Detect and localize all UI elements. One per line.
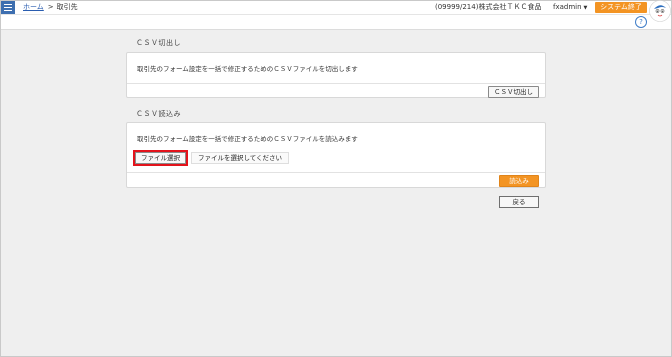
back-button[interactable]: 戻る [499,196,539,208]
import-description: 取引先のフォーム設定を一括で修正するためのＣＳＶファイルを読込みます [137,135,358,143]
import-panel-footer [127,172,545,188]
breadcrumb: ホーム > 取引先 [23,3,78,12]
export-panel: 取引先のフォーム設定を一括で修正するためのＣＳＶファイルを切出します ＣＳＶ切出… [126,52,546,98]
system-exit-button[interactable]: システム終了 [595,2,647,13]
breadcrumb-home-link[interactable]: ホーム [23,3,44,11]
user-menu[interactable]: fxadmin ▼ [553,3,587,13]
breadcrumb-current: 取引先 [56,3,78,11]
top-bar: ホーム > 取引先 (09999/214)株式会社ＴＫＣ食品 fxadmin ▼ シス… [1,1,671,15]
file-status-label: ファイルを選択してください [191,152,289,164]
caret-down-icon: ▼ [583,5,588,11]
file-select-button[interactable]: ファイル選択 [133,150,188,166]
help-icon[interactable]: ? [635,16,647,28]
export-description: 取引先のフォーム設定を一括で修正するためのＣＳＶファイルを切出します [137,65,358,73]
breadcrumb-separator: > [47,3,54,11]
import-panel: 取引先のフォーム設定を一括で修正するためのＣＳＶファイルを読込みます ファイル選… [126,122,546,188]
csv-import-button[interactable]: 読込み [499,175,539,187]
user-name: fxadmin [553,3,582,11]
hamburger-icon[interactable] [1,1,15,14]
sub-bar [1,15,671,30]
mascot-icon[interactable] [649,0,671,22]
company-name: (09999/214)株式会社ＴＫＣ食品 [435,3,542,11]
import-section-title: ＣＳＶ読込み [136,110,181,118]
export-section-title: ＣＳＶ切出し [136,39,181,47]
csv-export-button[interactable]: ＣＳＶ切出し [488,86,539,98]
export-panel-footer [127,83,545,98]
